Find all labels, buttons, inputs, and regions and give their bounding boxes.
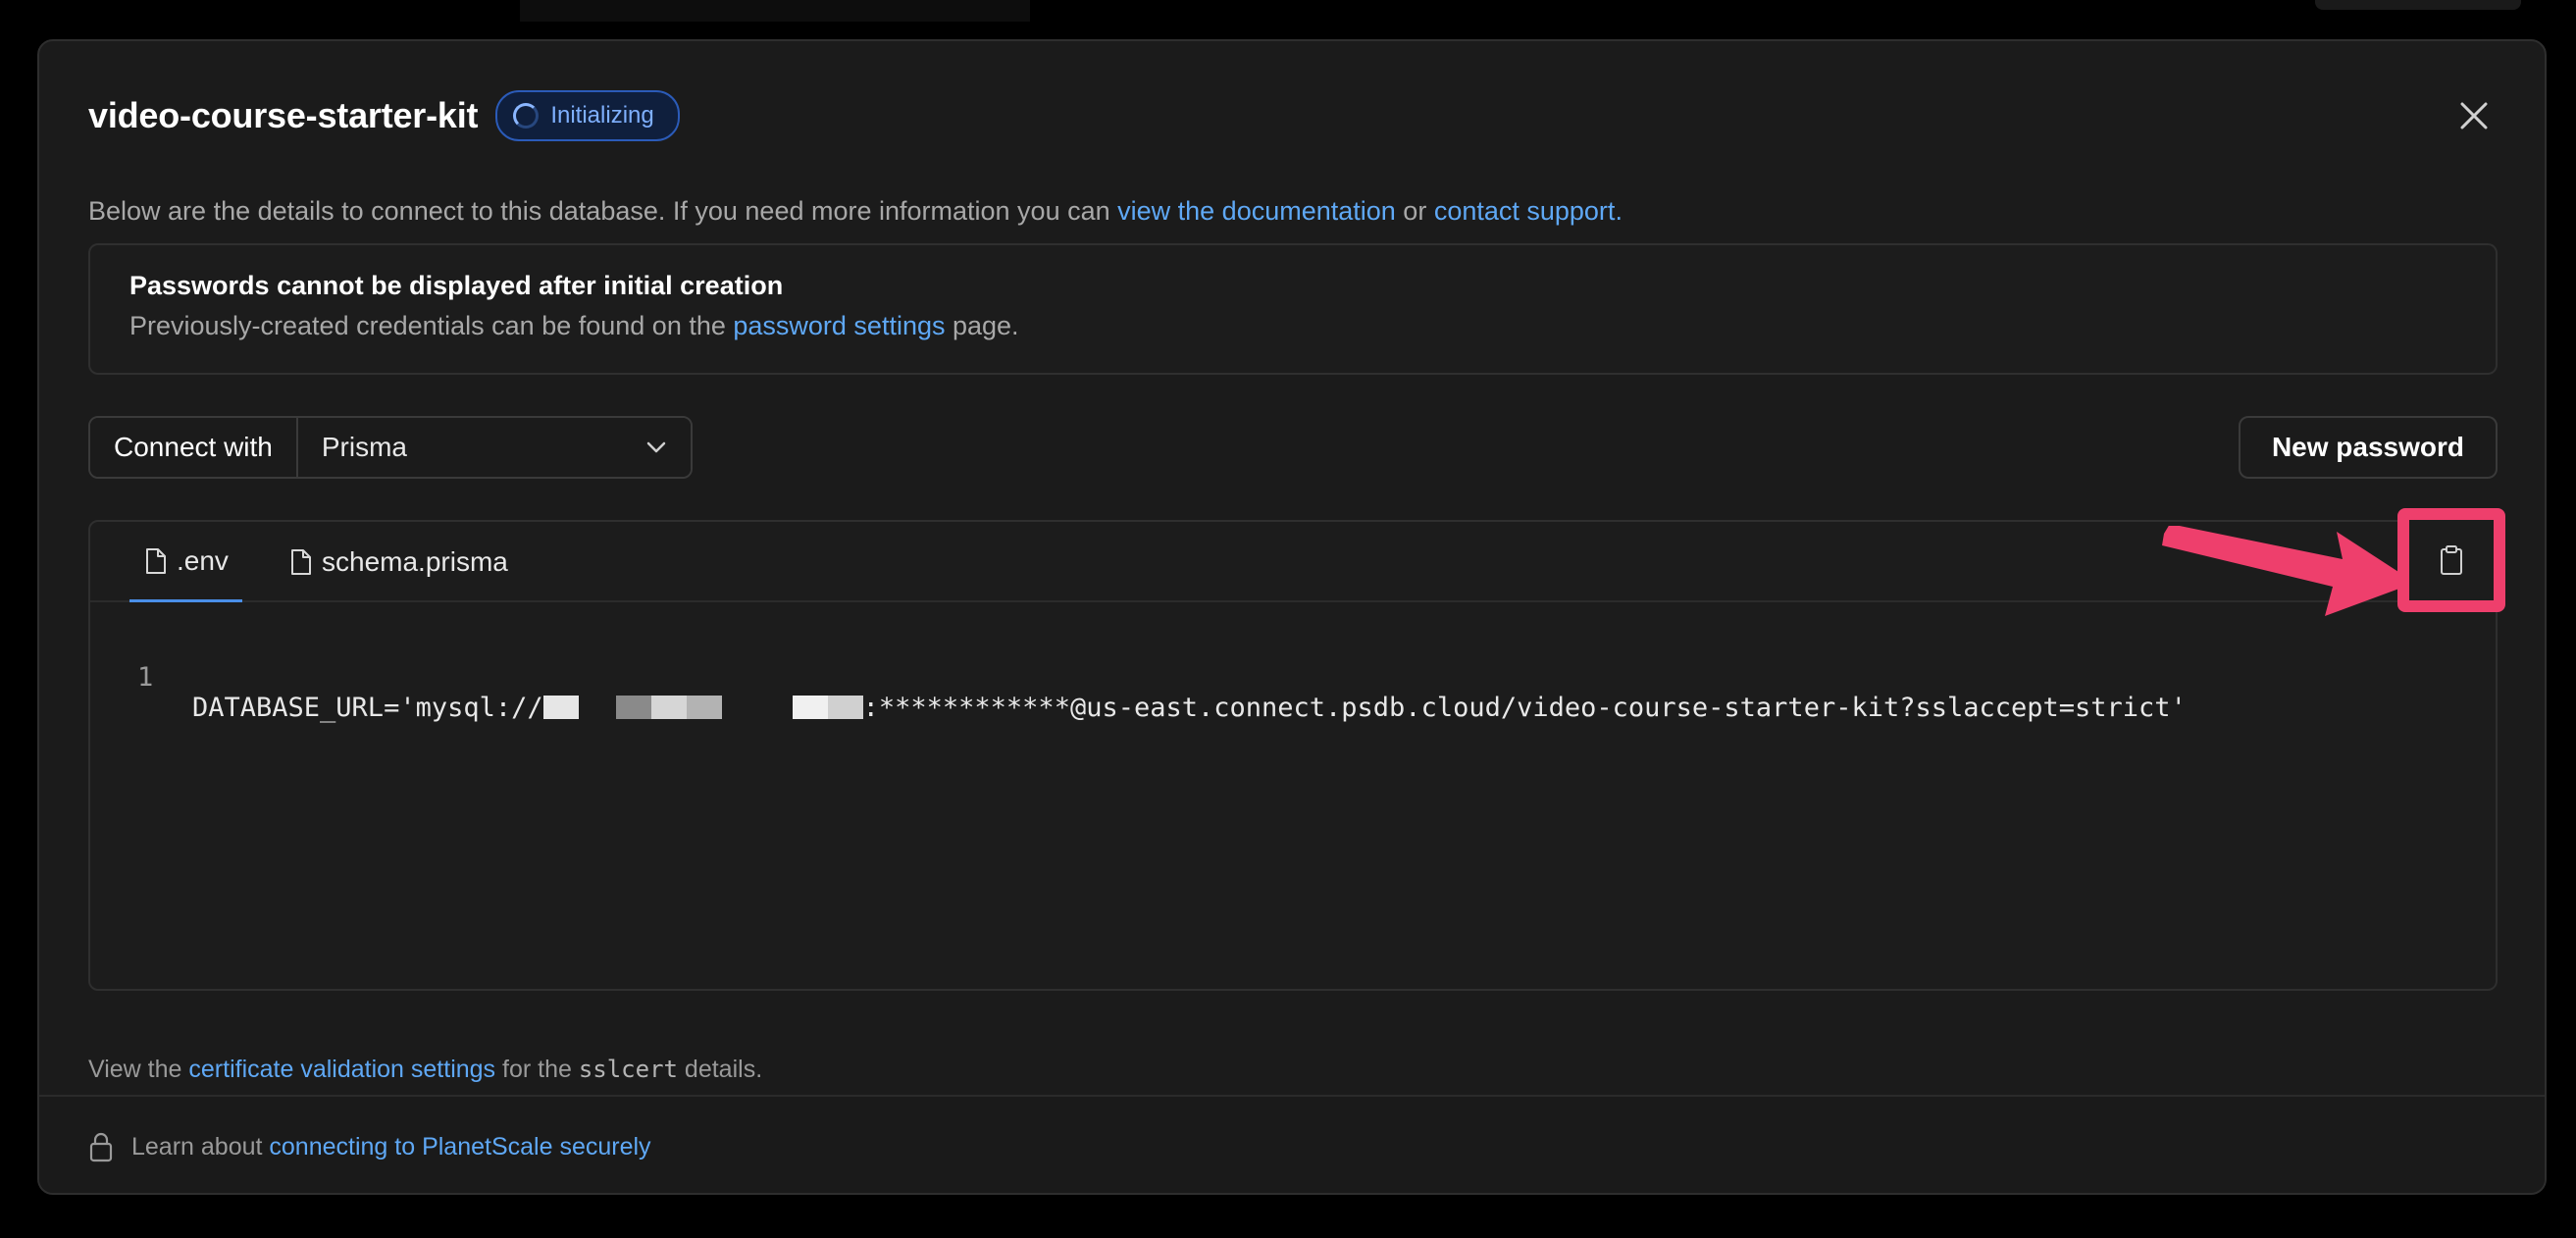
tab-schema-label: schema.prisma (322, 546, 508, 577)
dialog-header: video-course-starter-kit Initializing (88, 90, 680, 141)
spinner-icon (513, 103, 540, 129)
redacted-gap (579, 696, 616, 719)
connection-string: DATABASE_URL='mysql:// :************@us-e… (192, 693, 2187, 723)
footnote-prefix: View the (88, 1056, 189, 1083)
database-name: video-course-starter-kit (88, 95, 479, 135)
certificate-settings-link[interactable]: certificate validation settings (188, 1056, 495, 1083)
connection-string-prefix: DATABASE_URL='mysql:// (192, 693, 543, 723)
notice-body-suffix: page. (945, 311, 1019, 340)
connect-with-control: Connect with Prisma (88, 416, 693, 479)
tab-env[interactable]: .env (129, 522, 242, 602)
close-icon (2460, 102, 2488, 129)
connect-with-label: Connect with (90, 418, 298, 477)
connect-dialog: video-course-starter-kit Initializing Be… (37, 39, 2547, 1195)
dialog-footer: Learn about connecting to PlanetScale se… (39, 1095, 2545, 1193)
lock-icon (89, 1132, 113, 1162)
line-number: 1 (137, 662, 154, 693)
password-notice: Passwords cannot be displayed after init… (88, 243, 2498, 375)
background-tab (2315, 0, 2521, 10)
documentation-link[interactable]: view the documentation (1117, 196, 1396, 226)
background-bar (520, 0, 1030, 22)
footer-text: Learn about connecting to PlanetScale se… (131, 1133, 651, 1161)
annotation-arrow (2162, 526, 2415, 616)
framework-select-value: Prisma (321, 432, 407, 462)
redacted-block (615, 696, 651, 719)
password-settings-link[interactable]: password settings (733, 311, 945, 340)
connection-string-suffix: :************@us-east.connect.psdb.cloud… (862, 693, 2187, 723)
tab-schema-prisma[interactable]: schema.prisma (290, 522, 508, 602)
code-line: 1 DATABASE_URL='mysql:// :************@us… (90, 632, 2496, 753)
planetscale-security-link[interactable]: connecting to PlanetScale securely (269, 1133, 650, 1161)
chevron-down-icon (646, 441, 666, 453)
redacted-block (686, 696, 722, 719)
code-panel: .env schema.prisma 1 DATABASE_URL='mysql… (88, 520, 2498, 991)
notice-title: Passwords cannot be displayed after init… (129, 271, 784, 300)
tab-env-label: .env (177, 544, 229, 576)
redacted-block (792, 696, 828, 719)
copy-button[interactable] (2397, 508, 2505, 612)
file-icon (146, 547, 166, 574)
sslcert-code: sslcert (578, 1056, 678, 1083)
new-password-button[interactable]: New password (2238, 416, 2498, 479)
footnote-middle: for the (495, 1056, 579, 1083)
redacted-gap (722, 696, 793, 719)
file-tabs: .env schema.prisma (90, 522, 2496, 602)
redacted-block (827, 696, 863, 719)
file-icon (291, 549, 311, 575)
footer-prefix: Learn about (131, 1132, 270, 1161)
status-badge: Initializing (495, 90, 680, 141)
close-button[interactable] (2454, 96, 2494, 135)
description-text: Below are the details to connect to this… (88, 196, 1118, 226)
status-label: Initializing (550, 102, 654, 129)
description-period: . (1615, 196, 1623, 226)
footnote: View the certificate validation settings… (88, 1056, 762, 1084)
redacted-block (542, 696, 579, 719)
description-or: or (1395, 196, 1434, 226)
notice-body-text: Previously-created credentials can be fo… (129, 311, 734, 340)
support-link[interactable]: contact support (1434, 196, 1616, 226)
notice-body: Previously-created credentials can be fo… (129, 311, 2456, 341)
framework-select[interactable]: Prisma (297, 418, 691, 477)
footnote-suffix: details. (677, 1056, 763, 1083)
redacted-block (650, 696, 687, 719)
dialog-description: Below are the details to connect to this… (88, 196, 1623, 227)
clipboard-icon (2441, 545, 2462, 575)
